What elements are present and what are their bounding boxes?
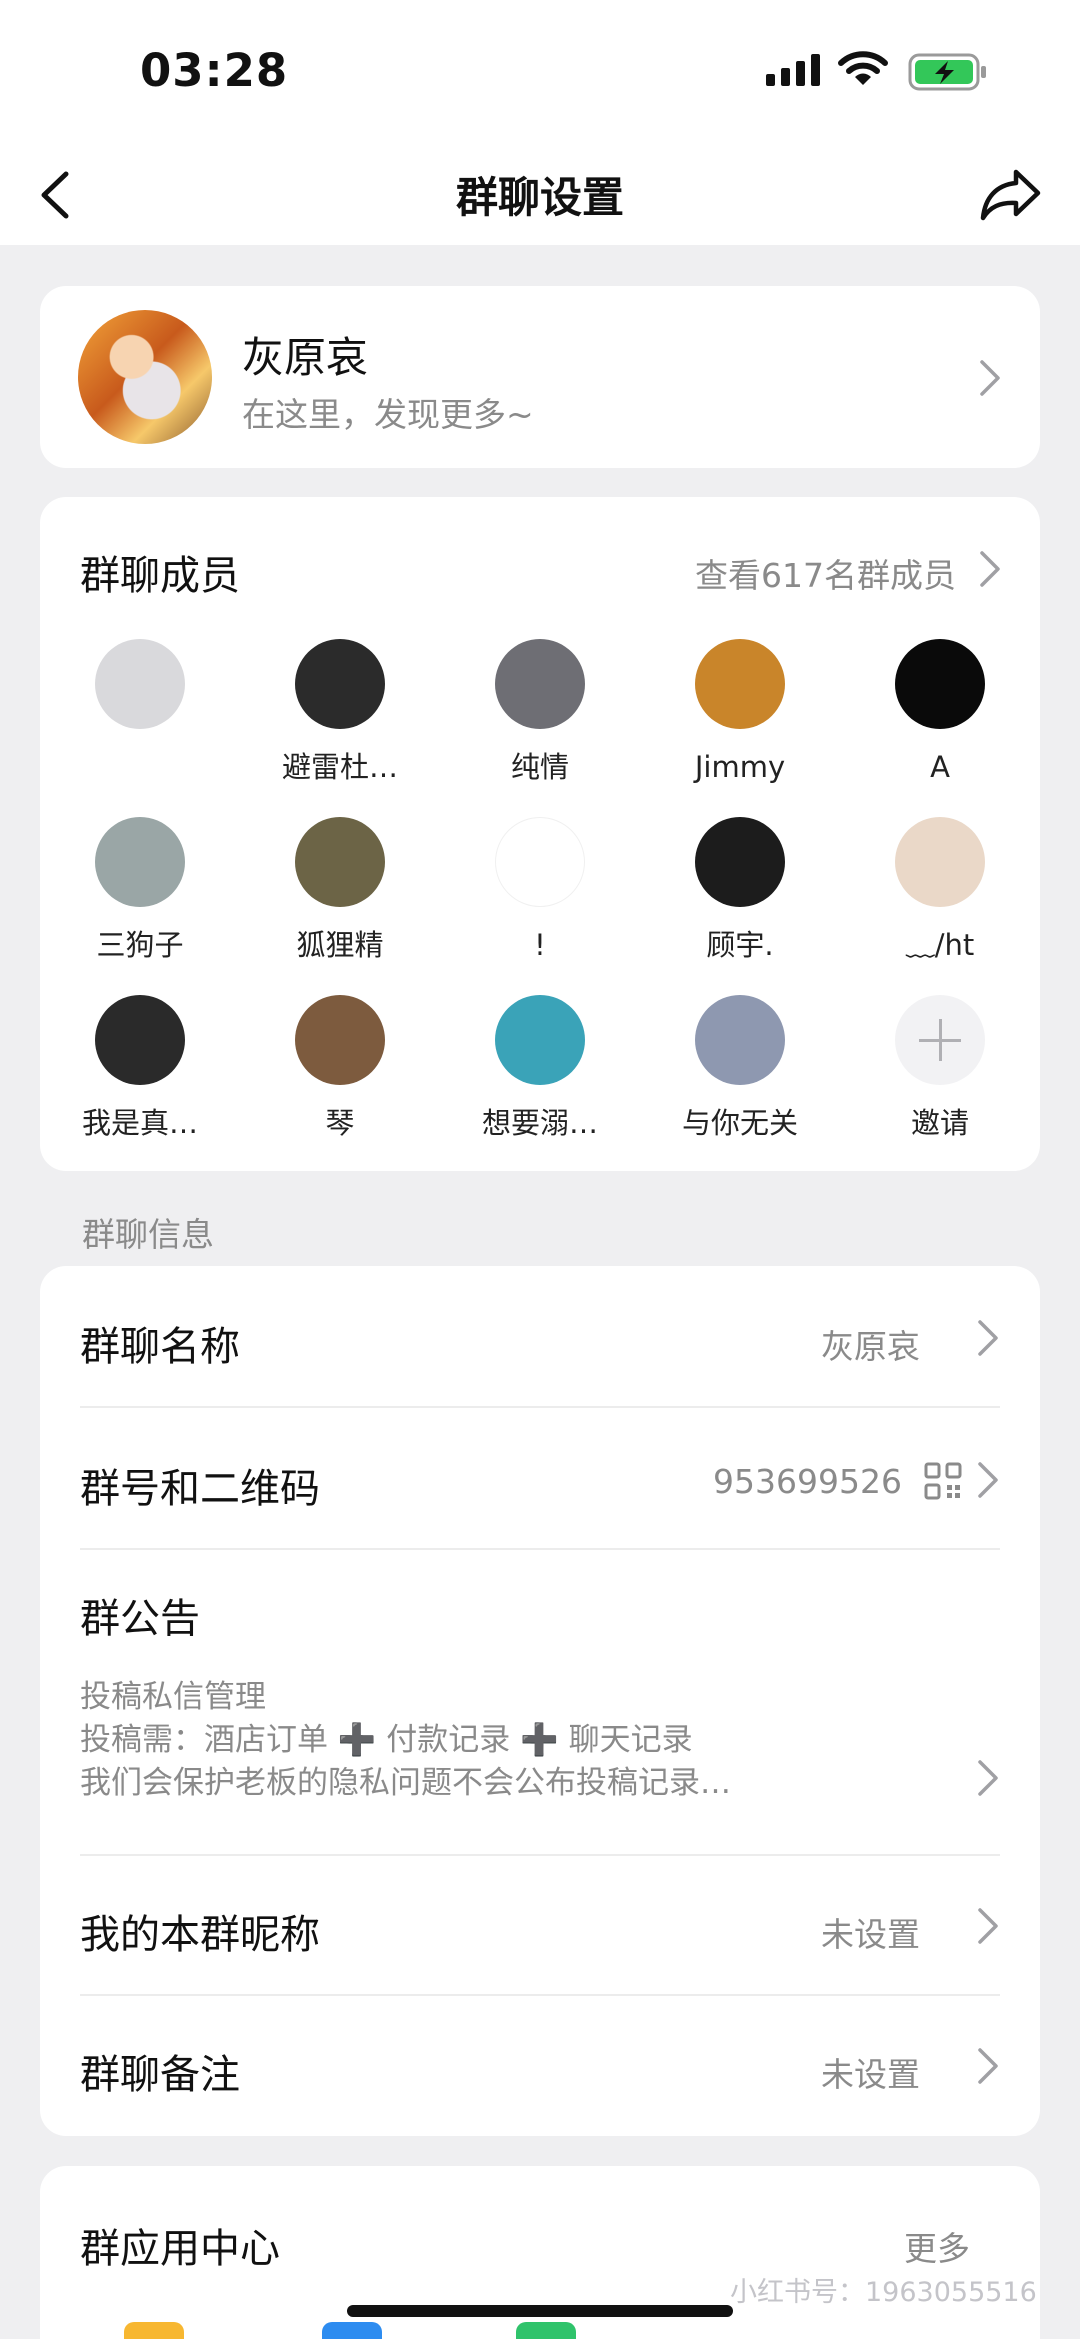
group-remark-row[interactable]: 群聊备注 未设置 [80,2042,1000,2100]
nav-bar: 群聊设置 [0,140,1080,245]
member-item[interactable]: 狐狸精 [240,817,440,965]
qr-code-icon [924,1462,962,1500]
member-name: 顾宇. [706,928,774,962]
page-title: 群聊设置 [455,173,624,222]
folder-app-icon[interactable] [124,2322,184,2339]
member-item[interactable]: 顾宇. [640,817,840,965]
member-avatar [495,817,585,907]
member-name: 三狗子 [96,928,184,962]
chevron-right-icon [978,2048,998,2084]
divider [80,1854,1000,1856]
chevron-right-icon [980,360,1000,396]
member-item[interactable]: 想要溺… [440,995,640,1143]
notice-line: 投稿私信管理 [80,1679,266,1715]
member-avatar [295,995,385,1085]
member-avatar [95,817,185,907]
share-icon[interactable] [976,160,1046,230]
member-item[interactable]: 纯情 [440,639,640,787]
wifi-icon [838,51,888,85]
member-name: 与你无关 [681,1106,798,1140]
member-name: ﹏/ht [905,928,975,962]
member-name: A [930,750,950,784]
chevron-right-icon [978,1760,998,1796]
my-nickname-value: 未设置 [821,1915,920,1954]
plus-icon [895,995,985,1085]
chevron-right-icon [978,1320,998,1356]
member-avatar [695,639,785,729]
group-remark-value: 未设置 [821,2055,920,2094]
divider [80,1548,1000,1550]
members-card: 群聊成员 查看617名群成员 避雷杜… 纯情 Jimmy A 三狗子 狐狸精! 顾宇. ﹏/h… [40,497,1040,1171]
notice-line: 我们会保护老板的隐私问题不会公布投稿记录… [80,1765,731,1801]
member-name: ! [534,928,546,962]
member-name: 我是真… [81,1106,198,1140]
member-item[interactable]: Jimmy [640,639,840,787]
member-avatar [895,639,985,729]
member-avatar [495,995,585,1085]
group-notice-label: 群公告 [80,1596,200,1642]
cellular-signal-icon [766,54,820,86]
member-avatar [695,995,785,1085]
group-info-card: 群聊名称 灰原哀 群号和二维码 953699526 群公告 投稿私信管理 投稿需 [40,1266,1040,2136]
group-apps-more-link[interactable]: 更多 [904,2222,970,2270]
member-item[interactable]: 与你无关 [640,995,840,1143]
group-avatar [78,310,212,444]
my-nickname-row[interactable]: 我的本群昵称 未设置 [80,1902,1000,1960]
member-name: Jimmy [694,750,786,784]
member-name: 狐狸精 [296,928,384,962]
watermark: 小红书号：1963055516 [730,2277,1037,2308]
member-avatar [295,817,385,907]
divider [80,1406,1000,1408]
chevron-right-icon[interactable] [978,549,1002,589]
member-item[interactable]: ﹏/ht [840,817,1040,965]
members-title: 群聊成员 [80,553,240,599]
group-profile-card[interactable]: 灰原哀 在这里，发现更多~ [40,286,1040,468]
group-notice-text: 投稿私信管理 投稿需：酒店订单 ➕ 付款记录 ➕ 聊天记录 我们会保护老板的隐私… [80,1676,731,1805]
member-item[interactable]: A [840,639,1040,787]
member-avatar [495,639,585,729]
group-name: 灰原哀 [242,333,369,382]
invite-member-button[interactable]: 邀请 [840,995,1040,1143]
member-item[interactable]: 避雷杜… [240,639,440,787]
chevron-right-icon [978,1462,998,1498]
member-avatar [95,995,185,1085]
member-item[interactable]: 三狗子 [40,817,240,965]
member-name: 琴 [325,1106,355,1140]
group-id-value: 953699526 [713,1462,902,1501]
notice-line: 投稿需：酒店订单 ➕ 付款记录 ➕ 聊天记录 [80,1722,693,1758]
status-bar: 03:28 [0,0,1080,140]
member-avatar [895,817,985,907]
group-subtitle: 在这里，发现更多~ [242,395,534,434]
app-icon[interactable] [516,2322,576,2339]
view-all-members-link[interactable]: 查看617名群成员 [695,549,956,597]
member-item[interactable]: 我是真… [40,995,240,1143]
group-name-value: 灰原哀 [821,1327,920,1366]
member-item[interactable]: ! [440,817,640,965]
section-label-group-info: 群聊信息 [82,1215,214,1254]
member-name: 纯情 [510,750,569,784]
member-avatar [295,639,385,729]
group-id-row[interactable]: 群号和二维码 953699526 [80,1456,1000,1514]
divider [80,1994,1000,1996]
member-name: 避雷杜… [281,750,398,784]
member-avatar [95,639,185,729]
home-indicator[interactable] [347,2305,733,2317]
group-apps-title: 群应用中心 [80,2226,280,2272]
chevron-right-icon [978,1908,998,1944]
file-app-icon[interactable] [322,2322,382,2339]
status-time: 03:28 [140,44,289,97]
member-name: 想要溺… [481,1106,598,1140]
member-name [40,747,240,787]
group-name-row[interactable]: 群聊名称 灰原哀 [80,1314,1000,1372]
member-avatar [695,817,785,907]
member-item[interactable]: 琴 [240,995,440,1143]
member-item[interactable] [40,639,240,787]
member-name: 邀请 [910,1106,969,1140]
battery-charging-icon [908,53,986,91]
